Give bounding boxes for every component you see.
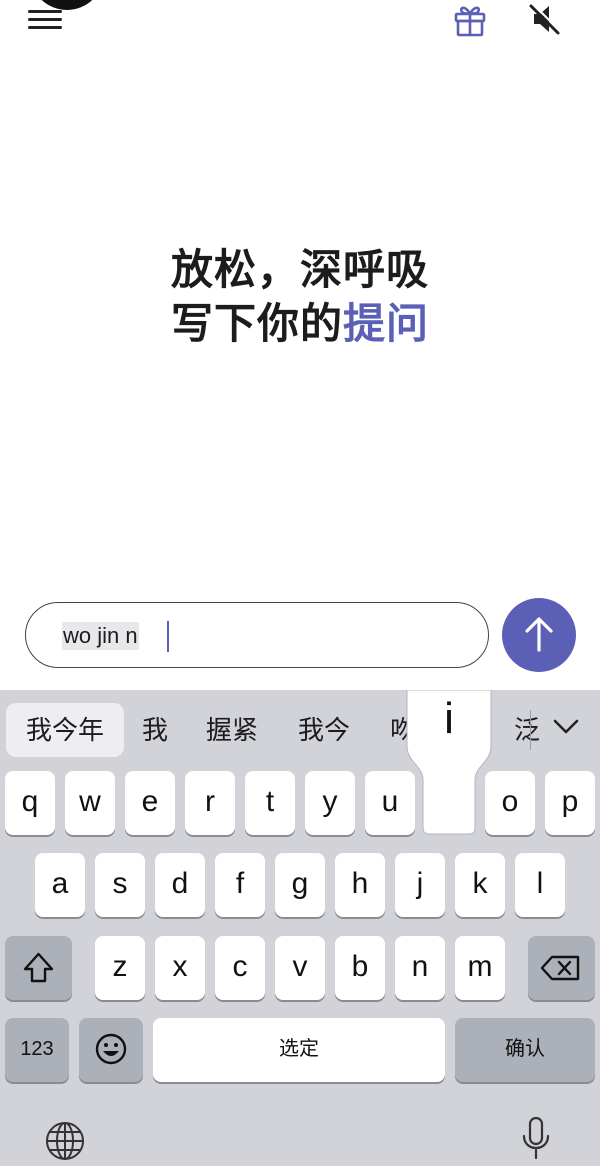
emoji-key[interactable]: [79, 1018, 143, 1082]
key-e[interactable]: e: [125, 771, 175, 835]
shift-key[interactable]: [5, 936, 72, 1000]
key-n[interactable]: n: [395, 936, 445, 1000]
headline-line-2-plain: 写下你的: [170, 299, 343, 348]
key-f[interactable]: f: [215, 853, 265, 917]
key-l[interactable]: l: [515, 853, 565, 917]
candidate-item[interactable]: 我今年: [6, 703, 124, 757]
headline-line-1: 放松，深呼吸: [170, 245, 429, 294]
numbers-key[interactable]: 123: [5, 1018, 69, 1082]
key-c[interactable]: c: [215, 936, 265, 1000]
emoji-icon: [95, 1033, 127, 1065]
key-q[interactable]: q: [5, 771, 55, 835]
candidate-item[interactable]: 我今: [298, 703, 350, 757]
speaker-muted-icon[interactable]: [522, 0, 566, 40]
candidate-item[interactable]: 泛: [514, 703, 540, 757]
key-x[interactable]: x: [155, 936, 205, 1000]
arrow-up-icon: [525, 617, 553, 652]
space-key[interactable]: 选定: [153, 1018, 445, 1082]
key-s[interactable]: s: [95, 853, 145, 917]
candidate-bar: 我今年 我 握紧 我今 吻 泛: [0, 690, 600, 764]
microphone-icon[interactable]: [518, 1116, 554, 1162]
key-v[interactable]: v: [275, 936, 325, 1000]
headline: 放松，深呼吸 写下你的提问: [0, 243, 600, 351]
globe-icon[interactable]: [44, 1120, 86, 1162]
chevron-down-icon[interactable]: [550, 710, 582, 742]
key-d[interactable]: d: [155, 853, 205, 917]
question-input[interactable]: wo jin n: [25, 602, 489, 668]
delete-key[interactable]: [528, 936, 595, 1000]
key-t[interactable]: t: [245, 771, 295, 835]
key-a[interactable]: a: [35, 853, 85, 917]
headline-line-2-accent: 提问: [343, 299, 430, 348]
candidate-divider: [530, 710, 531, 750]
key-m[interactable]: m: [455, 936, 505, 1000]
text-caret: [167, 621, 169, 652]
candidate-item[interactable]: 握紧: [206, 703, 258, 757]
key-r[interactable]: r: [185, 771, 235, 835]
key-popup-letter: i: [444, 694, 454, 743]
key-g[interactable]: g: [275, 853, 325, 917]
key-b[interactable]: b: [335, 936, 385, 1000]
headline-line-2: 写下你的提问: [0, 297, 600, 351]
key-w[interactable]: w: [65, 771, 115, 835]
question-input-text: wo jin n: [62, 622, 139, 650]
shift-icon: [23, 952, 54, 983]
return-key[interactable]: 确认: [455, 1018, 595, 1082]
key-y[interactable]: y: [305, 771, 355, 835]
key-k[interactable]: k: [455, 853, 505, 917]
key-p[interactable]: p: [545, 771, 595, 835]
candidate-item[interactable]: 我: [142, 703, 168, 757]
key-i[interactable]: i: [403, 689, 495, 836]
hamburger-menu-icon[interactable]: [26, 8, 66, 36]
key-j[interactable]: j: [395, 853, 445, 917]
send-button[interactable]: [502, 598, 576, 672]
gift-icon[interactable]: [448, 0, 492, 40]
backspace-icon: [540, 955, 580, 981]
key-z[interactable]: z: [95, 936, 145, 1000]
ios-keyboard: 我今年 我 握紧 我今 吻 泛 q w e r t y u o p i a s …: [0, 689, 600, 1166]
key-h[interactable]: h: [335, 853, 385, 917]
